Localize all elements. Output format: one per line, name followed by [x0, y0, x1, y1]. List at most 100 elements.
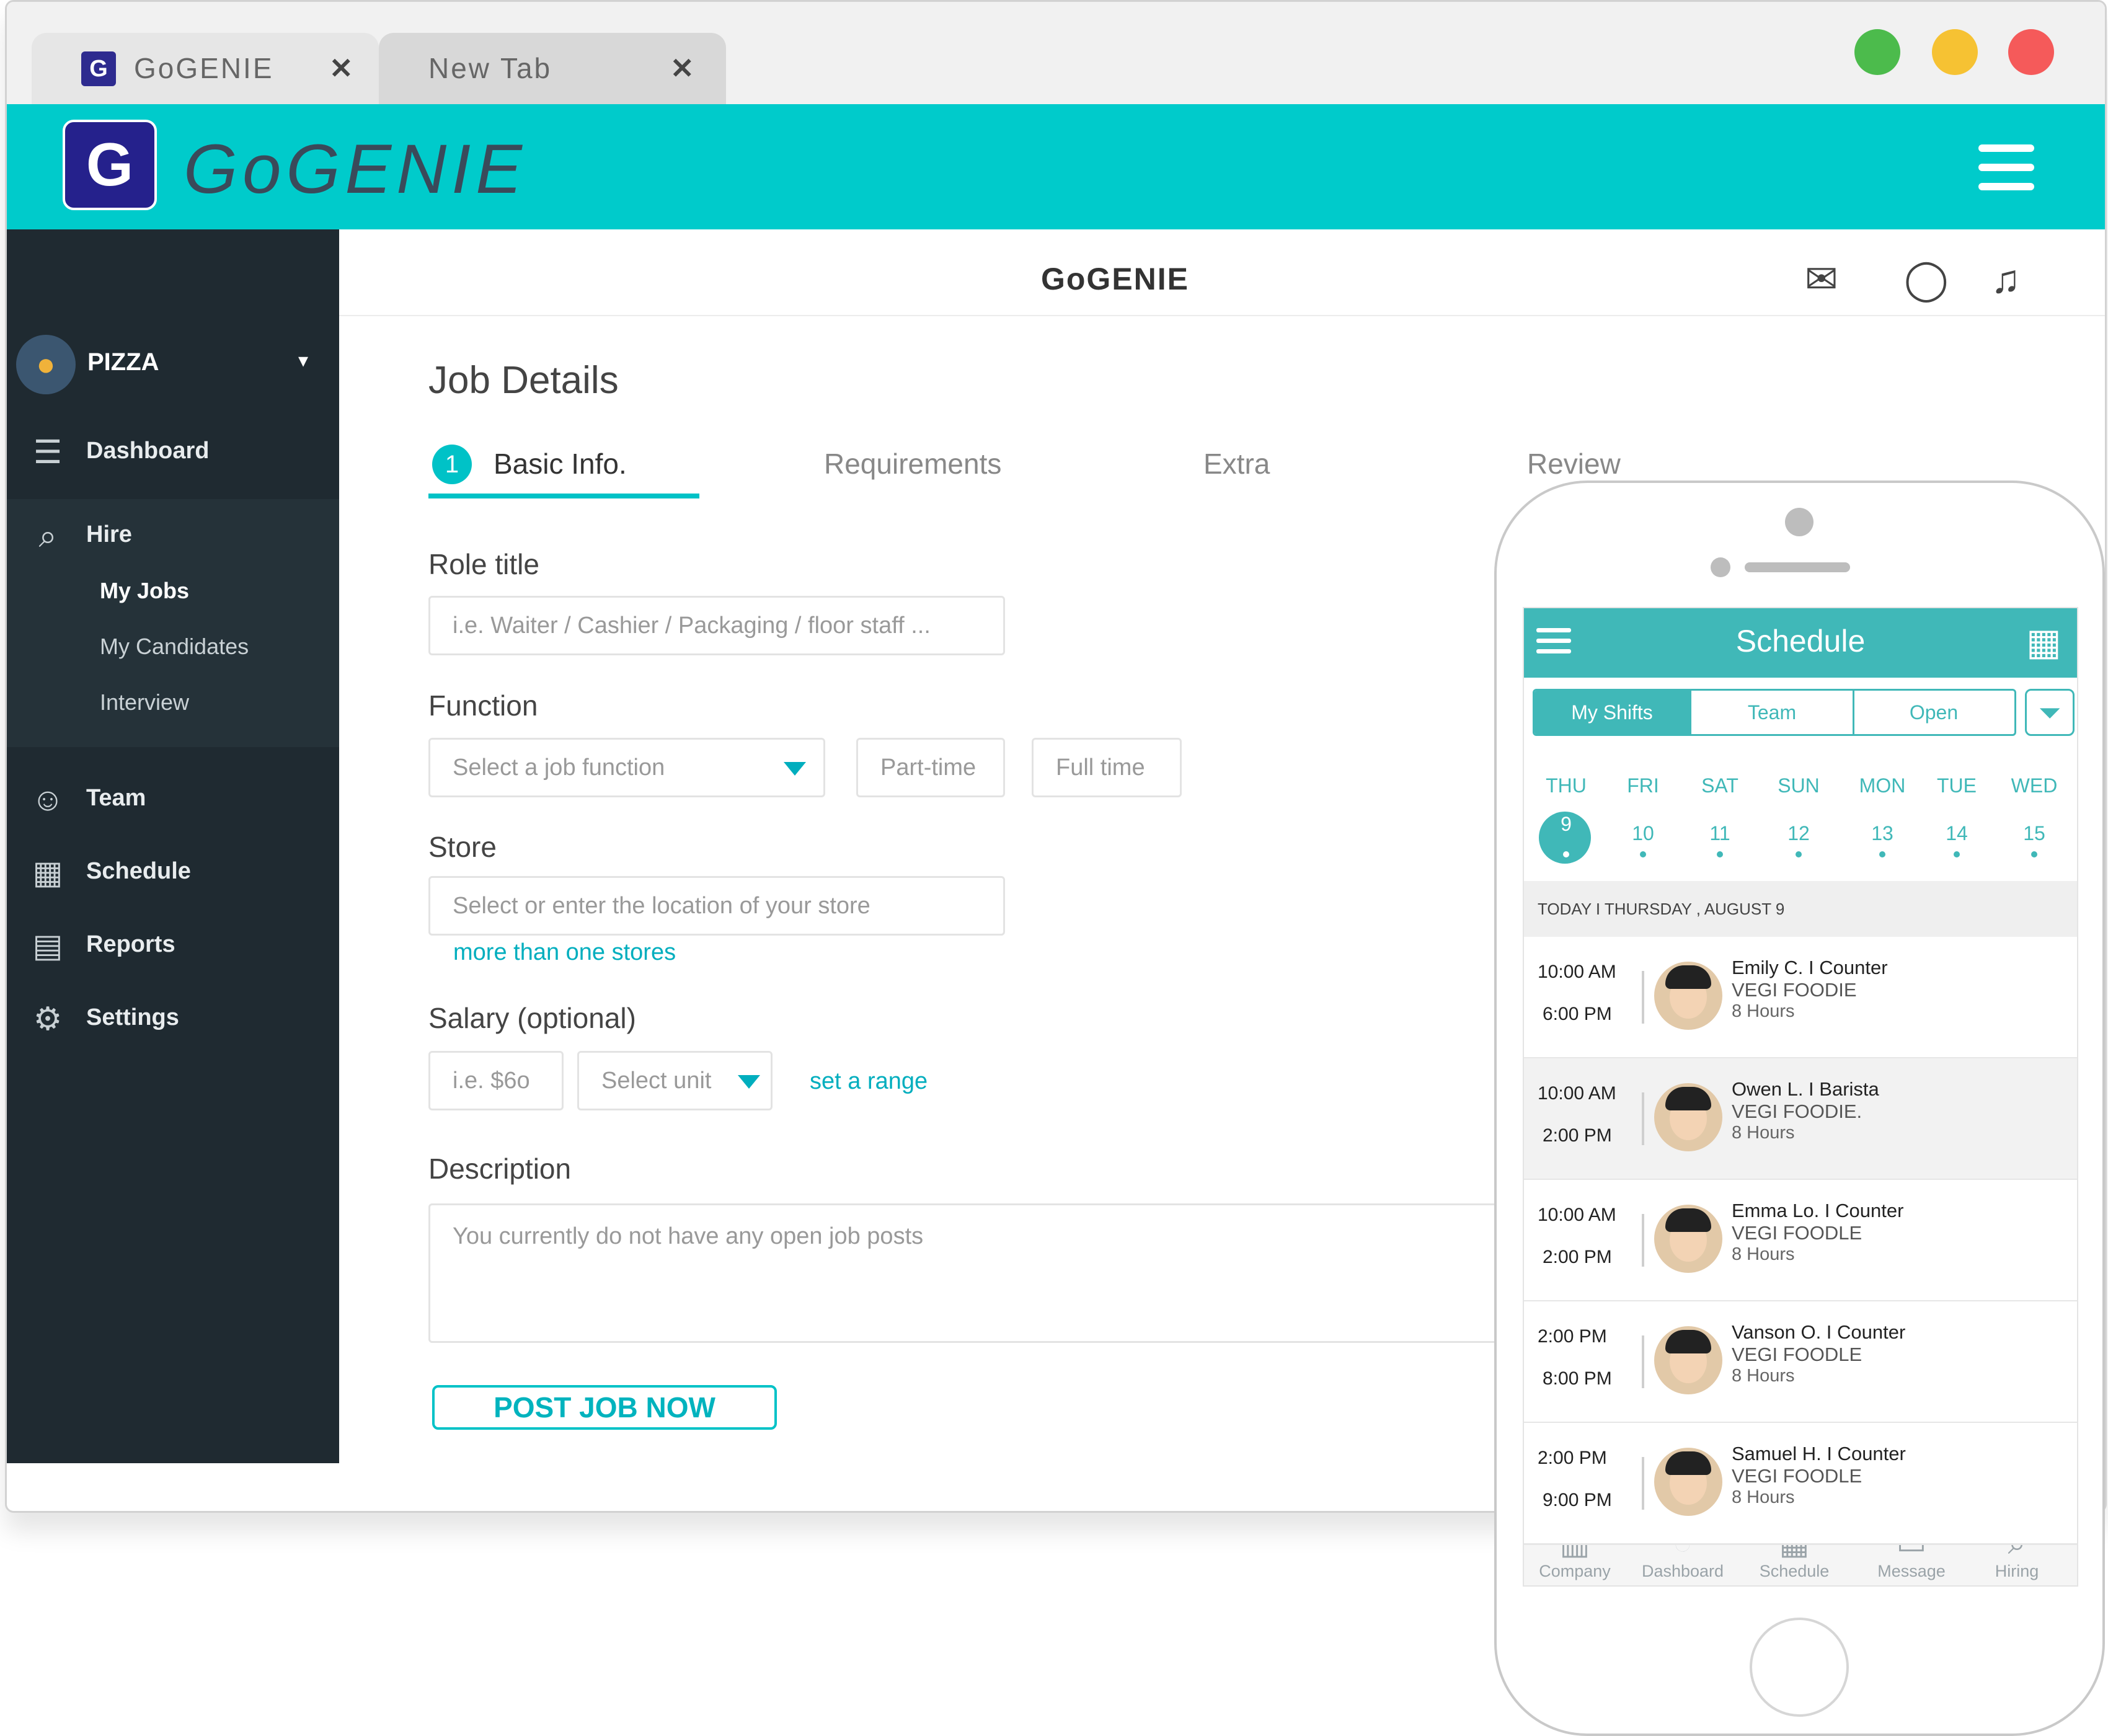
- minimize-window-button[interactable]: [1932, 29, 1978, 75]
- post-job-button[interactable]: POST JOB NOW: [432, 1385, 777, 1430]
- set-a-range-link[interactable]: set a range: [810, 1068, 928, 1095]
- day-number[interactable]: 15: [2003, 822, 2065, 845]
- sidebar-item-hire[interactable]: ⌕ Hire: [7, 499, 339, 567]
- sidebar-subitem-my-jobs[interactable]: My Jobs: [100, 578, 189, 604]
- shift-indicator-dot: [2031, 851, 2037, 857]
- sidebar-item-team[interactable]: ☺ Team: [7, 763, 339, 831]
- shift-indicator-dot: [1879, 851, 1885, 857]
- sidebar-hire-group: ⌕ Hire My Jobs My Candidates Interview: [7, 499, 339, 747]
- salary-amount-input[interactable]: i.e. $6o: [428, 1051, 564, 1110]
- day-number[interactable]: 11: [1689, 822, 1751, 845]
- gogenie-logo-icon[interactable]: G: [63, 120, 157, 210]
- sidebar-item-settings[interactable]: ⚙ Settings: [7, 982, 339, 1050]
- calendar-icon[interactable]: ▦: [2026, 621, 2062, 664]
- job-function-select[interactable]: Select a job function: [428, 738, 825, 797]
- chat-icon[interactable]: ◯: [1904, 256, 1949, 303]
- sidebar-item-reports[interactable]: ▤ Reports: [7, 909, 339, 977]
- time-connector: [1642, 1457, 1644, 1510]
- nav-label: Company: [1539, 1562, 1611, 1580]
- shift-end-time: 6:00 PM: [1543, 1004, 1612, 1024]
- filter-icon[interactable]: ⏷: [2025, 689, 2075, 736]
- app-logo-text: GoGENIE: [184, 130, 527, 208]
- store-name: VEGI FOODLE: [1732, 1344, 1862, 1365]
- shift-row[interactable]: 2:00 PM 9:00 PM Samuel H. I Counter VEGI FO…: [1524, 1423, 2077, 1545]
- employee-name-role: Emma Lo. I Counter: [1732, 1200, 1904, 1221]
- shift-row[interactable]: 10:00 AM 2:00 PM Owen L. I Barista VEGI FOO…: [1524, 1058, 2077, 1180]
- tab-review[interactable]: Review: [1527, 447, 1621, 480]
- shift-start-time: 2:00 PM: [1538, 1326, 1607, 1347]
- store-location-input[interactable]: Select or enter the location of your sto…: [428, 876, 1005, 936]
- tab-requirements[interactable]: Requirements: [824, 447, 1001, 480]
- maximize-window-button[interactable]: [1854, 29, 1900, 75]
- shift-indicator-dot: [1954, 851, 1960, 857]
- phone-screen: Schedule ▦ My Shifts Team Open ⏷ TODAY I…: [1523, 607, 2078, 1587]
- sidebar-item-dashboard[interactable]: ☰ Dashboard: [7, 415, 339, 484]
- tab-new-tab[interactable]: New Tab ✕: [379, 33, 726, 104]
- shift-row[interactable]: 2:00 PM 8:00 PM Vanson O. I Counter VEGI FO…: [1524, 1301, 2077, 1424]
- avatar: [1654, 1448, 1722, 1516]
- phone-home-button[interactable]: [1750, 1618, 1849, 1717]
- store-name: VEGI FOODIE: [1732, 979, 1857, 1001]
- nav-label: Message: [1877, 1562, 1946, 1580]
- day-of-week-label: SUN: [1778, 774, 1820, 797]
- more-than-one-stores-link[interactable]: more than one stores: [453, 939, 676, 966]
- phone-sensor: [1711, 557, 1730, 577]
- mail-icon[interactable]: ✉: [1805, 256, 1838, 303]
- shift-end-time: 2:00 PM: [1543, 1247, 1612, 1267]
- day-of-week-label: FRI: [1627, 774, 1659, 797]
- sidebar-item-label: Schedule: [86, 858, 191, 884]
- tab-extra[interactable]: Extra: [1203, 447, 1270, 480]
- active-step-indicator: [428, 494, 699, 498]
- day-number[interactable]: 9: [1535, 813, 1597, 836]
- day-number[interactable]: 13: [1851, 822, 1913, 845]
- day-number[interactable]: 14: [1926, 822, 1988, 845]
- shift-indicator-dot: [1563, 851, 1569, 857]
- store-name: VEGI FOODIE.: [1732, 1100, 1862, 1122]
- caret-down-icon: [784, 762, 806, 776]
- shift-start-time: 10:00 AM: [1538, 1083, 1616, 1104]
- salary-unit-select[interactable]: Select unit: [577, 1051, 773, 1110]
- full-time-option[interactable]: Full time: [1032, 738, 1182, 797]
- shift-filter-segmented: My Shifts Team Open: [1533, 689, 2016, 736]
- gear-icon: ⚙: [33, 1001, 63, 1037]
- dashboard-icon: ☰: [33, 435, 63, 471]
- hamburger-icon[interactable]: [1978, 144, 2034, 191]
- segment-team[interactable]: Team: [1690, 691, 1854, 734]
- search-person-icon: ⌕: [38, 518, 57, 554]
- close-window-button[interactable]: [2008, 29, 2054, 75]
- avatar: [1654, 1083, 1722, 1151]
- role-title-input[interactable]: i.e. Waiter / Cashier / Packaging / floo…: [428, 596, 1005, 655]
- sidebar-item-label: Hire: [86, 521, 132, 547]
- salary-label: Salary (optional): [428, 1002, 636, 1034]
- shift-start-time: 2:00 PM: [1538, 1448, 1607, 1468]
- segment-open[interactable]: Open: [1853, 691, 2014, 734]
- team-icon: ☺: [31, 782, 64, 818]
- employee-name-role: Owen L. I Barista: [1732, 1078, 1879, 1100]
- day-number[interactable]: 10: [1612, 822, 1674, 845]
- part-time-option[interactable]: Part-time: [856, 738, 1005, 797]
- avatar: [1654, 962, 1722, 1030]
- segment-my-shifts[interactable]: My Shifts: [1534, 691, 1690, 734]
- shift-row[interactable]: 10:00 AM 6:00 PM Emily C. I Counter VEGI FO…: [1524, 937, 2077, 1059]
- close-tab-icon[interactable]: ✕: [670, 51, 694, 85]
- shift-row[interactable]: 10:00 AM 2:00 PM Emma Lo. I Counter VEGI FO…: [1524, 1180, 2077, 1302]
- bell-icon[interactable]: ♫: [1991, 256, 2021, 302]
- description-textarea[interactable]: You currently do not have any open job p…: [428, 1203, 1507, 1343]
- sidebar-subitem-my-candidates[interactable]: My Candidates: [100, 634, 249, 660]
- store-selector[interactable]: ● PIZZA ▾: [16, 335, 332, 397]
- sidebar-item-schedule[interactable]: ▦ Schedule: [7, 836, 339, 904]
- sidebar: ● PIZZA ▾ ☰ Dashboard ⌕ Hire My Jobs My …: [7, 229, 339, 1463]
- close-tab-icon[interactable]: ✕: [329, 51, 353, 85]
- divider: [339, 315, 2105, 316]
- day-number[interactable]: 12: [1768, 822, 1830, 845]
- pizza-pin-icon: ●: [16, 335, 76, 394]
- shift-indicator-dot: [1717, 851, 1723, 857]
- tab-basic-info[interactable]: Basic Info.: [494, 447, 627, 480]
- sidebar-subitem-interview[interactable]: Interview: [100, 689, 189, 715]
- job-function-placeholder: Select a job function: [453, 755, 665, 781]
- store-name: PIZZA: [87, 348, 159, 376]
- tab-gogenie[interactable]: G GoGENIE ✕: [32, 33, 379, 104]
- shift-hours: 8 Hours: [1732, 1487, 1795, 1507]
- caret-down-icon: [738, 1075, 760, 1089]
- nav-label: Dashboard: [1641, 1562, 1724, 1580]
